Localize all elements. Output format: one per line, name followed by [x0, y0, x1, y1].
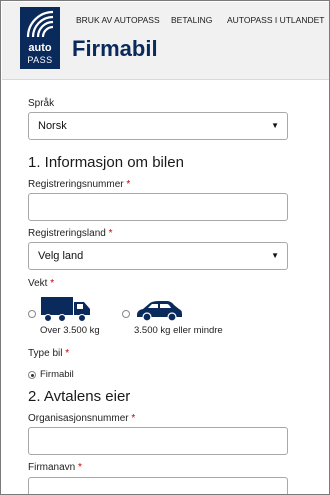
reg-country-select[interactable]: Velg land ▼	[28, 242, 288, 270]
car-type-label-text: Type bil	[28, 348, 63, 359]
car-type-firmabil-label: Firmabil	[40, 369, 74, 380]
required-marker: *	[78, 462, 82, 473]
required-marker: *	[50, 278, 55, 289]
language-label-text: Språk	[28, 98, 55, 109]
chevron-down-icon: ▼	[271, 121, 279, 130]
section-heading-owner: 2. Avtalens eier	[28, 388, 131, 405]
weight-3500-or-less-label: 3.500 kg eller mindre	[134, 325, 223, 336]
required-marker: *	[108, 228, 113, 239]
org-number-label-text: Organisasjonsnummer	[28, 413, 129, 424]
nav-item-betaling[interactable]: BETALING	[171, 15, 212, 25]
nav-item-autopass-i-utlandet[interactable]: AUTOPASS I UTLANDET	[227, 15, 324, 25]
logo-word-auto: auto	[28, 42, 52, 54]
org-number-label: Organisasjonsnummer *	[28, 413, 135, 424]
language-label: Språk	[28, 98, 54, 109]
chevron-down-icon: ▼	[271, 251, 279, 260]
truck-icon	[41, 297, 90, 322]
car-type-label: Type bil *	[28, 348, 69, 359]
section-heading-car-info: 1. Informasjon om bilen	[28, 154, 184, 171]
weight-over-3500-radio[interactable]	[28, 310, 36, 318]
nav-item-bruk-av-autopass[interactable]: BRUK AV AUTOPASS	[76, 15, 160, 25]
org-number-input[interactable]	[28, 427, 288, 455]
weight-label-text: Vekt	[28, 278, 48, 289]
car-icon	[137, 301, 182, 322]
page-frame: auto PASS BRUK AV AUTOPASS BETALING AUTO…	[0, 0, 330, 495]
reg-number-label: Registreringsnummer *	[28, 179, 130, 190]
required-marker: *	[65, 348, 70, 359]
reg-number-label-text: Registreringsnummer	[28, 179, 124, 190]
page-title: Firmabil	[72, 36, 158, 61]
required-marker: *	[126, 179, 131, 190]
reg-country-label-text: Registreringsland	[28, 228, 106, 239]
weight-3500-or-less-radio[interactable]	[122, 310, 130, 318]
company-name-label: Firmanavn *	[28, 462, 82, 473]
logo-word-pass: PASS	[27, 55, 53, 65]
main-nav: BRUK AV AUTOPASS BETALING AUTOPASS I UTL…	[2, 15, 329, 29]
company-name-input[interactable]	[28, 477, 288, 494]
company-name-label-text: Firmanavn	[28, 462, 76, 473]
car-type-firmabil-radio[interactable]	[28, 371, 36, 379]
reg-number-input[interactable]	[28, 193, 288, 221]
site-header: auto PASS BRUK AV AUTOPASS BETALING AUTO…	[2, 2, 329, 80]
weight-over-3500-label: Over 3.500 kg	[40, 325, 100, 336]
required-marker: *	[131, 413, 136, 424]
reg-country-label: Registreringsland *	[28, 228, 113, 239]
language-select[interactable]: Norsk ▼	[28, 112, 288, 140]
weight-label: Vekt *	[28, 278, 54, 289]
language-select-value: Norsk	[38, 120, 67, 132]
reg-country-select-value: Velg land	[38, 250, 84, 262]
